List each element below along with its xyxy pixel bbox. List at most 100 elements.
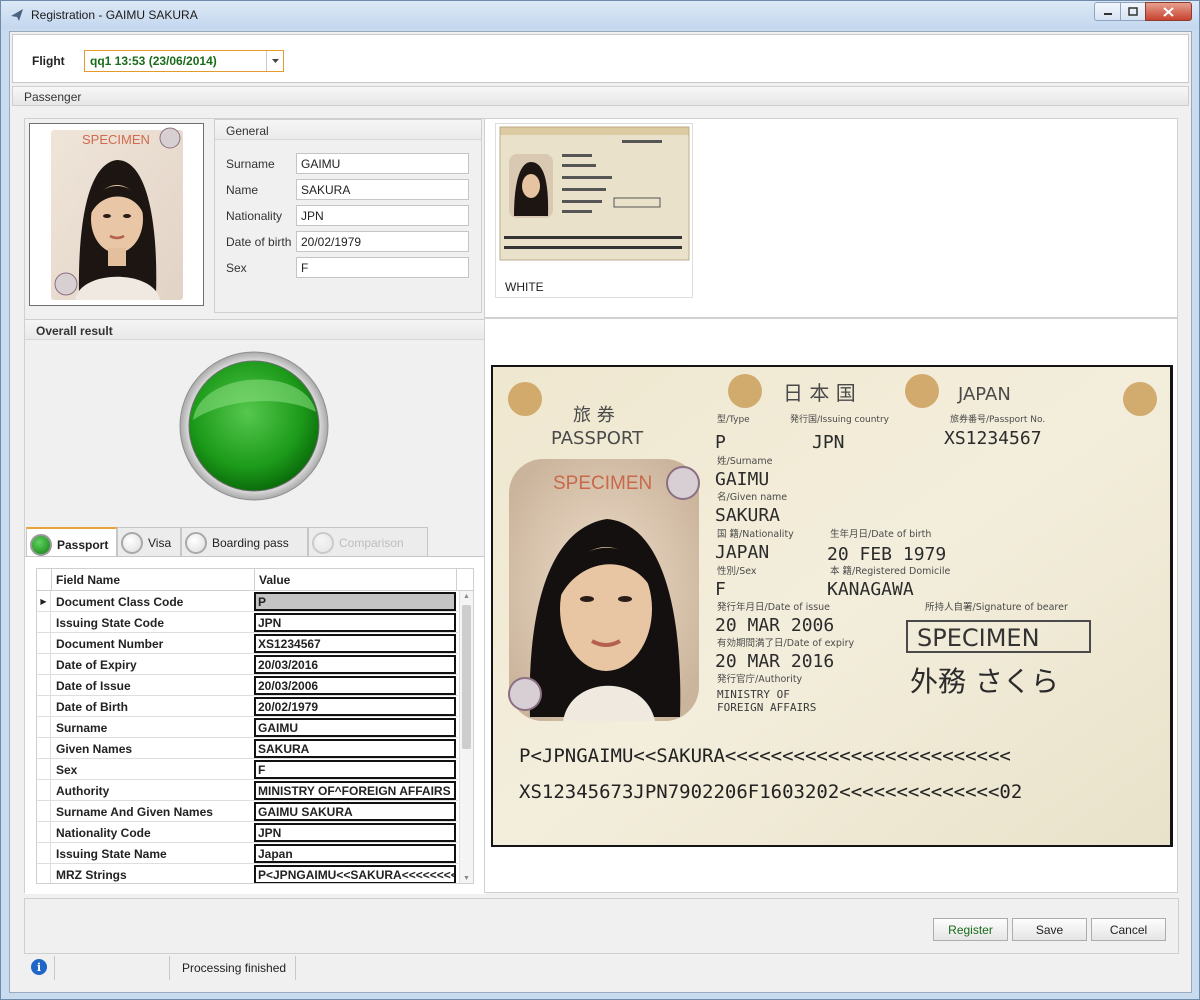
- info-icon[interactable]: i: [31, 959, 47, 975]
- general-groupbox: General Surname GAIMU Name SAKURA Nation…: [214, 119, 482, 313]
- passport-type-label: 型/Type: [717, 414, 750, 425]
- table-row[interactable]: Date of Birth 20/02/1979: [37, 696, 458, 717]
- table-row[interactable]: Issuing State Code JPN: [37, 612, 458, 633]
- passport-scan-image: 日 本 国 JAPAN 旅 券 PASSPORT 型/Type 発行国/Issu…: [491, 365, 1173, 847]
- table-row[interactable]: Document Number XS1234567: [37, 633, 458, 654]
- table-row[interactable]: ▶ Document Class Code P: [37, 591, 458, 612]
- table-row[interactable]: Sex F: [37, 759, 458, 780]
- value-cell[interactable]: F: [254, 760, 456, 779]
- overall-result-section: Overall result: [25, 319, 486, 517]
- close-icon: [1163, 6, 1174, 17]
- passenger-section-header[interactable]: Passenger: [12, 86, 1189, 106]
- minimize-icon: [1103, 12, 1112, 15]
- passport-signature-label: 所持人自署/Signature of bearer: [925, 601, 1068, 613]
- save-button[interactable]: Save: [1012, 918, 1087, 941]
- name-field[interactable]: SAKURA: [296, 179, 469, 200]
- value-cell[interactable]: Japan: [254, 844, 456, 863]
- table-row[interactable]: Surname And Given Names GAIMU SAKURA: [37, 801, 458, 822]
- table-row[interactable]: Authority MINISTRY OF^FOREIGN AFFAIRS: [37, 780, 458, 801]
- passport-mrz-line2: XS12345673JPN7902206F1603202<<<<<<<<<<<<…: [519, 781, 1022, 803]
- table-row[interactable]: MRZ Strings P<JPNGAIMU<<SAKURA<<<<<<<<<: [37, 864, 458, 883]
- passport-expiry: 20 MAR 2016: [715, 651, 834, 672]
- nationality-field[interactable]: JPN: [296, 205, 469, 226]
- value-cell[interactable]: P: [254, 592, 456, 611]
- portrait-image: SPECIMEN: [51, 127, 183, 300]
- value-cell[interactable]: JPN: [254, 823, 456, 842]
- passport-authority-line1: MINISTRY OF: [717, 688, 790, 701]
- passport-surname: GAIMU: [715, 469, 769, 490]
- passport-issuing-label: 発行国/Issuing country: [790, 413, 890, 425]
- field-name-cell: Given Names: [56, 742, 133, 756]
- passport-domicile: KANAGAWA: [827, 579, 914, 600]
- passport-given: SAKURA: [715, 505, 780, 526]
- tab-visa[interactable]: Visa: [117, 527, 181, 559]
- passport-surname-label: 姓/Surname: [717, 455, 773, 467]
- flight-bar: Flight qq1 13:53 (23/06/2014): [12, 34, 1189, 83]
- passenger-header-label: Passenger: [24, 90, 82, 104]
- table-row[interactable]: Nationality Code JPN: [37, 822, 458, 843]
- value-cell[interactable]: 20/03/2006: [254, 676, 456, 695]
- table-row[interactable]: Given Names SAKURA: [37, 738, 458, 759]
- flight-dropdown[interactable]: qq1 13:53 (23/06/2014): [84, 50, 284, 72]
- title-bar: Registration - GAIMU SAKURA: [1, 1, 1199, 29]
- passport-number: XS1234567: [944, 428, 1042, 449]
- tab-boarding-pass[interactable]: Boarding pass: [181, 527, 308, 559]
- table-row[interactable]: Date of Issue 20/03/2006: [37, 675, 458, 696]
- passport-data-grid[interactable]: Field Name Value ▶ Document Class Code P…: [36, 568, 474, 884]
- general-header-label: General: [226, 124, 269, 138]
- value-cell[interactable]: GAIMU SAKURA: [254, 802, 456, 821]
- passport-number-label: 旅券番号/Passport No.: [950, 413, 1045, 425]
- passport-nationality-label: 国 籍/Nationality: [717, 528, 794, 540]
- date-of-birth-field[interactable]: 20/02/1979: [296, 231, 469, 252]
- value-cell[interactable]: MINISTRY OF^FOREIGN AFFAIRS: [254, 781, 456, 800]
- document-thumbnail[interactable]: WHITE: [495, 123, 693, 298]
- grid-vertical-scrollbar[interactable]: ▲ ▼: [459, 591, 473, 883]
- tab-comparison-label: Comparison: [339, 536, 404, 550]
- status-text: Processing finished: [182, 961, 287, 975]
- value-cell[interactable]: XS1234567: [254, 634, 456, 653]
- table-row[interactable]: Surname GAIMU: [37, 717, 458, 738]
- value-cell[interactable]: JPN: [254, 613, 456, 632]
- passport-kind-jp: 旅 券: [573, 405, 615, 426]
- passport-sex-label: 性別/Sex: [717, 565, 757, 577]
- overall-result-label: Overall result: [36, 324, 113, 338]
- minimize-button[interactable]: [1094, 2, 1121, 21]
- passport-domicile-label: 本 籍/Registered Domicile: [830, 565, 951, 577]
- boarding-pass-status-icon: [185, 532, 207, 554]
- table-row[interactable]: Date of Expiry 20/03/2016: [37, 654, 458, 675]
- register-button[interactable]: Register: [933, 918, 1008, 941]
- passport-photo-stamp: SPECIMEN: [553, 473, 652, 494]
- client-area: Flight qq1 13:53 (23/06/2014) Passenger: [9, 31, 1192, 993]
- tab-comparison: Comparison: [308, 527, 428, 559]
- field-name-cell: Surname: [56, 721, 108, 735]
- value-cell[interactable]: 20/02/1979: [254, 697, 456, 716]
- tab-boarding-pass-label: Boarding pass: [212, 536, 289, 550]
- flight-label: Flight: [32, 54, 65, 68]
- sex-field[interactable]: F: [296, 257, 469, 278]
- value-cell[interactable]: P<JPNGAIMU<<SAKURA<<<<<<<<<: [254, 865, 456, 883]
- visa-status-icon: [121, 532, 143, 554]
- passport-dob-label: 生年月日/Date of birth: [830, 528, 931, 540]
- maximize-button[interactable]: [1120, 2, 1146, 21]
- scroll-up-icon[interactable]: ▲: [463, 593, 470, 600]
- value-cell[interactable]: SAKURA: [254, 739, 456, 758]
- chevron-down-icon[interactable]: [266, 51, 283, 71]
- document-tabs: Passport Visa Boarding pass Comparison: [25, 523, 486, 560]
- column-header-value[interactable]: Value: [259, 573, 290, 587]
- field-name-cell: Date of Expiry: [56, 658, 137, 672]
- cancel-button[interactable]: Cancel: [1091, 918, 1166, 941]
- close-button[interactable]: [1145, 2, 1192, 21]
- scroll-down-icon[interactable]: ▼: [463, 875, 470, 882]
- maximize-icon: [1128, 7, 1138, 16]
- scroll-thumb[interactable]: [462, 605, 471, 749]
- photo-stamp-text: SPECIMEN: [82, 132, 150, 147]
- passport-kind-en: PASSPORT: [551, 428, 644, 449]
- passport-issue-label: 発行年月日/Date of issue: [717, 601, 830, 613]
- value-cell[interactable]: GAIMU: [254, 718, 456, 737]
- value-cell[interactable]: 20/03/2016: [254, 655, 456, 674]
- document-images-panel: WHITE: [484, 118, 1178, 318]
- table-row[interactable]: Issuing State Name Japan: [37, 843, 458, 864]
- surname-field[interactable]: GAIMU: [296, 153, 469, 174]
- column-header-field-name[interactable]: Field Name: [56, 573, 120, 587]
- passenger-left-panel: SPECIMEN General Surname GAIMU Name SAKU…: [24, 118, 487, 894]
